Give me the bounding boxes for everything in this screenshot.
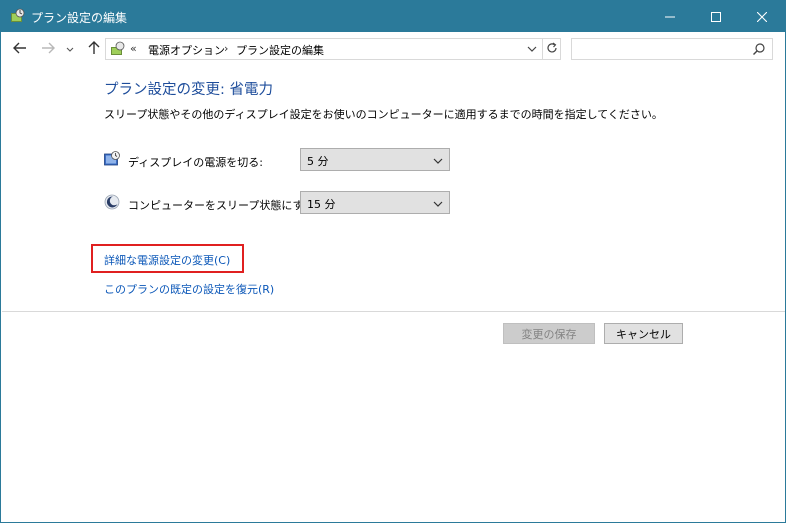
power-options-icon	[110, 41, 126, 57]
arrow-right-icon	[41, 42, 55, 57]
chevron-down-icon	[527, 42, 537, 56]
sleep-value: 15 分	[307, 198, 336, 211]
search-input[interactable]	[576, 41, 750, 59]
forward-button[interactable]	[39, 40, 57, 58]
refresh-button[interactable]	[542, 39, 561, 59]
maximize-button[interactable]	[693, 1, 739, 32]
address-dropdown-button[interactable]	[523, 41, 541, 57]
page-title: プラン設定の変更: 省電力	[104, 82, 273, 98]
maximize-icon	[711, 11, 721, 22]
breadcrumb-separator[interactable]: ›	[224, 42, 228, 55]
divider	[2, 311, 785, 312]
breadcrumb-power-options[interactable]: 電源オプション	[148, 42, 225, 58]
chevron-down-icon	[66, 42, 74, 56]
restore-defaults-link[interactable]: このプランの既定の設定を復元(R)	[104, 281, 274, 297]
advanced-settings-link[interactable]: 詳細な電源設定の変更(C)	[104, 252, 230, 268]
app-window: プラン設定の編集 « 電源オプション › プラン設定の編集 プラン設定の変更: …	[0, 0, 786, 523]
display-off-value: 5 分	[307, 155, 329, 168]
page-description: スリープ状態やその他のディスプレイ設定をお使いのコンピューターに適用するまでの時…	[104, 108, 663, 121]
address-bar[interactable]: « 電源オプション › プラン設定の編集	[105, 38, 561, 60]
chevron-down-icon	[433, 155, 443, 165]
sleep-select[interactable]: 15 分	[300, 191, 450, 214]
search-box[interactable]	[571, 38, 773, 60]
display-off-select[interactable]: 5 分	[300, 148, 450, 171]
power-options-icon	[10, 8, 26, 24]
breadcrumb-edit-plan[interactable]: プラン設定の編集	[236, 42, 324, 58]
display-off-label: ディスプレイの電源を切る:	[128, 156, 263, 169]
breadcrumb-overflow[interactable]: «	[130, 42, 137, 55]
up-button[interactable]	[85, 40, 103, 58]
minimize-button[interactable]	[647, 1, 693, 32]
navigation-bar: « 電源オプション › プラン設定の編集	[1, 32, 785, 66]
back-button[interactable]	[11, 40, 29, 58]
window-title: プラン設定の編集	[31, 11, 128, 25]
sleep-moon-icon	[104, 194, 120, 210]
arrow-up-icon	[88, 40, 100, 58]
display-timer-icon	[104, 151, 120, 167]
minimize-icon	[665, 12, 675, 22]
close-button[interactable]	[739, 1, 785, 32]
title-bar: プラン設定の編集	[1, 1, 785, 32]
cancel-button[interactable]: キャンセル	[604, 323, 683, 344]
recent-locations-button[interactable]	[64, 40, 76, 58]
chevron-down-icon	[433, 198, 443, 208]
refresh-icon	[546, 42, 558, 57]
sleep-label: コンピューターをスリープ状態にする:	[128, 199, 319, 212]
save-changes-button[interactable]: 変更の保存	[503, 323, 595, 344]
close-icon	[757, 11, 767, 22]
arrow-left-icon	[13, 42, 27, 57]
search-icon[interactable]	[752, 42, 766, 56]
